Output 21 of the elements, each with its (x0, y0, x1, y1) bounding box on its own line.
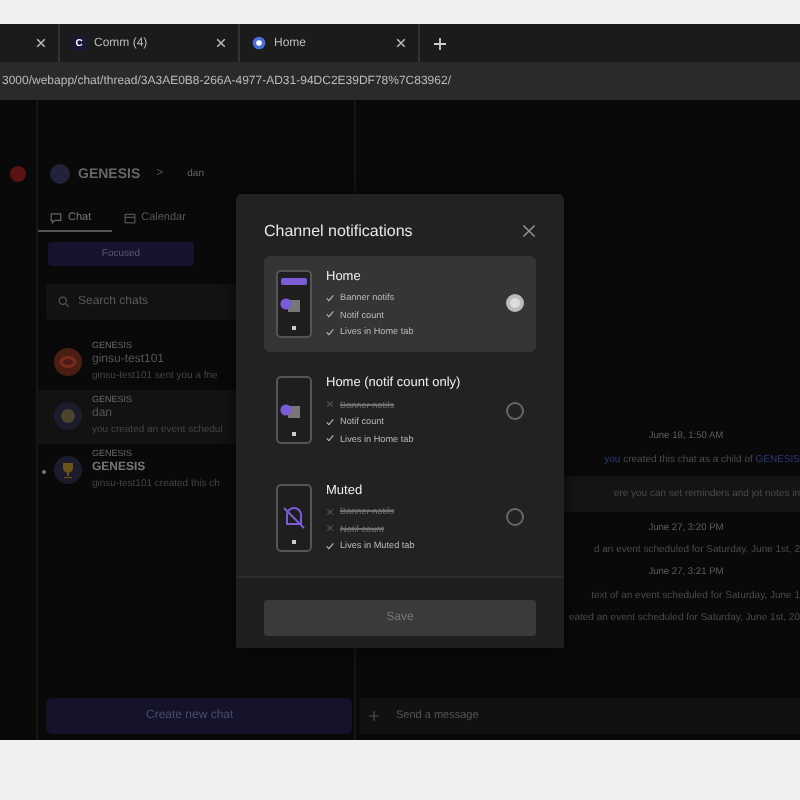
radio-button[interactable] (506, 294, 524, 313)
radio-button[interactable] (506, 508, 524, 527)
muted-phone-icon (276, 483, 312, 552)
globe-avatar-icon (54, 402, 82, 430)
close-icon[interactable] (522, 223, 536, 238)
ring-avatar-icon (54, 348, 82, 376)
phone-icon (276, 269, 312, 338)
close-icon[interactable] (36, 38, 46, 48)
calendar-icon (123, 211, 136, 223)
trophy-avatar-icon (54, 456, 82, 484)
phone-icon (276, 376, 312, 445)
new-tab-icon[interactable] (434, 37, 446, 49)
close-icon[interactable] (216, 38, 226, 48)
notification-dot (10, 166, 26, 182)
workspace-avatar (50, 164, 70, 184)
search-icon (58, 296, 70, 308)
globe-icon (252, 36, 266, 50)
radio-button[interactable] (506, 401, 524, 420)
dialog-title: Channel notifications (264, 221, 413, 240)
close-icon[interactable] (396, 38, 406, 48)
chat-icon (50, 211, 62, 223)
